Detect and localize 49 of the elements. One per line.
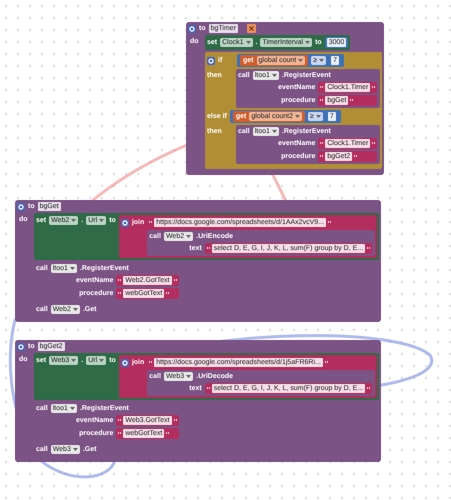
quote-mark-icon — [149, 221, 152, 224]
quote-mark-icon — [206, 247, 210, 250]
caret-icon — [186, 235, 192, 238]
quote-mark-icon — [320, 86, 324, 89]
caret-icon — [246, 41, 251, 44]
quote-mark-icon — [354, 155, 358, 158]
quote-mark-icon — [350, 99, 354, 102]
caret-icon — [319, 59, 324, 62]
quote-mark-icon — [174, 279, 177, 282]
gear-icon[interactable] — [207, 56, 215, 64]
quote-mark-icon — [118, 292, 122, 295]
caret-icon — [186, 375, 192, 378]
quote-mark-icon — [174, 419, 177, 422]
caret-icon — [99, 359, 104, 362]
quote-mark-icon — [320, 142, 324, 145]
gear-icon[interactable] — [188, 24, 196, 32]
caret-icon — [71, 359, 76, 362]
caret-icon — [295, 115, 300, 118]
quote-mark-icon — [324, 361, 328, 364]
caret-icon — [272, 74, 277, 77]
caret-icon — [72, 308, 78, 311]
quote-mark-icon — [166, 292, 170, 295]
quote-mark-icon — [367, 247, 370, 250]
quote-mark-icon — [372, 142, 376, 145]
caret-icon — [71, 219, 76, 222]
caret-icon — [305, 41, 310, 44]
caret-icon — [72, 448, 78, 451]
quote-mark-icon — [320, 155, 324, 158]
gear-icon[interactable] — [120, 218, 129, 226]
caret-icon — [70, 267, 75, 270]
quote-mark-icon — [118, 279, 122, 282]
quote-mark-icon — [118, 432, 122, 435]
caret-icon — [316, 115, 321, 118]
caret-icon — [70, 407, 75, 410]
gear-icon[interactable] — [120, 358, 129, 366]
close-icon[interactable] — [247, 24, 256, 33]
quote-mark-icon — [367, 387, 370, 390]
gear-icon[interactable] — [17, 342, 25, 350]
quote-mark-icon — [320, 99, 324, 102]
quote-mark-icon — [118, 419, 122, 422]
quote-mark-icon — [328, 221, 331, 224]
caret-icon — [298, 59, 304, 62]
quote-mark-icon — [206, 387, 210, 390]
quote-mark-icon — [149, 361, 152, 364]
caret-icon — [272, 130, 277, 133]
quote-mark-icon — [166, 432, 170, 435]
caret-icon — [99, 219, 104, 222]
gear-icon[interactable] — [17, 202, 25, 210]
quote-mark-icon — [372, 86, 376, 89]
